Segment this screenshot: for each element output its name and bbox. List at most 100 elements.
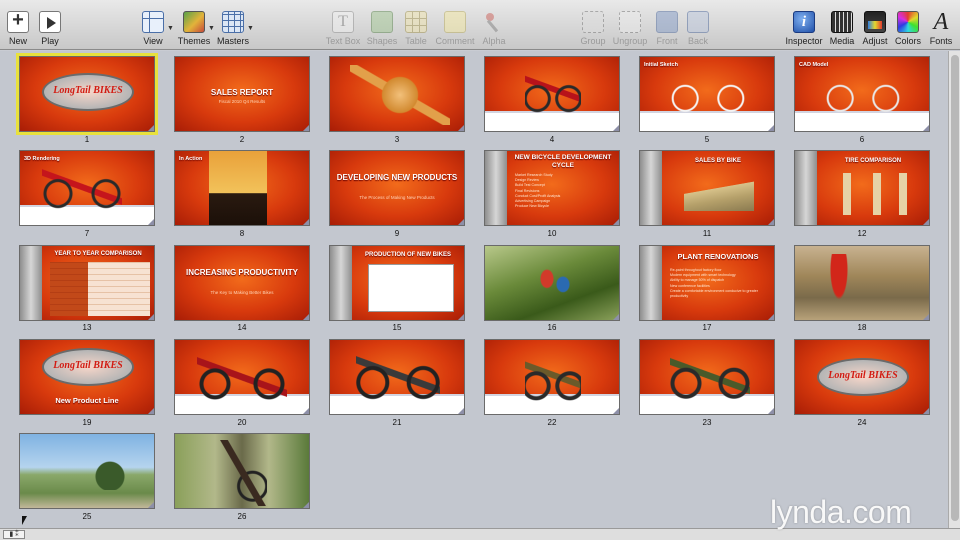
slide-thumbnail[interactable] [19,433,155,509]
scrollbar-thumb[interactable] [951,55,959,521]
brushed-metal-stripe [795,151,817,225]
slide-number: 23 [702,418,712,427]
slide-number: 14 [237,323,247,332]
bullet-list: Market Research Study Design Review Buil… [515,173,561,209]
longtail-logo: LongTail BIKES [817,358,909,396]
masters-button[interactable]: ▼ Masters [205,3,261,49]
slide-title: TIRE COMPARISON [844,158,902,164]
slide-title: 3D Rendering [24,156,60,162]
slide-number: 24 [857,418,867,427]
slide-number: 3 [394,135,400,144]
slide-thumbnail[interactable]: CAD Model [794,56,930,132]
brushed-metal-stripe [330,246,352,320]
bar-chart-image [835,173,915,215]
alpha-wand-icon [483,11,505,33]
slide-thumbnail[interactable] [484,245,620,321]
slide-thumbnail[interactable]: SALES BY BIKE [639,150,775,226]
masters-icon [222,11,244,33]
inspector-icon [793,11,815,33]
slide-thumbnail[interactable] [174,433,310,509]
slide-number: 1 [84,135,90,144]
slide-number: 11 [702,229,712,238]
toolbar: New Play ▼View ▼Themes ▼Masters TText Bo… [0,0,960,50]
slide-thumbnail[interactable] [639,339,775,415]
slide-number: 17 [702,323,712,332]
scatter-chart-image [368,264,454,312]
slide-thumbnail[interactable]: YEAR TO YEAR COMPARISON [19,245,155,321]
themes-icon [183,11,205,33]
slide-thumbnail[interactable] [484,56,620,132]
slide-thumbnail[interactable]: DEVELOPING NEW PRODUCTS The Process of M… [329,150,465,226]
slide-thumbnail[interactable]: LongTail BIKES New Product Line [19,339,155,415]
slide-thumbnail[interactable]: TIRE COMPARISON [794,150,930,226]
slide-footer [795,111,929,131]
slide-number: 8 [239,229,245,238]
slide-thumbnail[interactable]: PLANT RENOVATIONS Re-paint throughout fa… [639,245,775,321]
slide-thumbnail[interactable]: PRODUCTION OF NEW BIKES [329,245,465,321]
slide-number: 12 [857,229,867,238]
mountain-biker-photo [825,254,853,316]
slide-number: 15 [392,323,402,332]
bike-cad-image [825,71,901,113]
fonts-button[interactable]: A Fonts [913,3,960,49]
slide-number: 9 [394,229,400,238]
bridge-bike-photo [219,440,267,506]
slide-thumbnail[interactable]: Initial Sketch [639,56,775,132]
slide-title: CAD Model [799,62,829,68]
mouse-cursor-icon [22,516,27,525]
bike-image [525,65,581,113]
slide-number: 22 [547,418,557,427]
slide-number: 18 [857,323,867,332]
chevron-down-icon: ▼ [247,25,254,32]
slide-number: 6 [859,135,865,144]
slide-title: DEVELOPING NEW PRODUCTS [336,173,458,182]
slide-thumbnail[interactable]: NEW BICYCLE DEVELOPMENT CYCLE Market Res… [484,150,620,226]
slide-subtitle: Fiscal 2010 Q4 Results [218,99,266,104]
slide-number: 20 [237,418,247,427]
slide-number: 25 [82,512,92,521]
slide-thumbnail[interactable] [329,339,465,415]
longtail-logo: LongTail BIKES [42,348,134,386]
slide-thumbnail[interactable]: SALES REPORT Fiscal 2010 Q4 Results [174,56,310,132]
vertical-scrollbar[interactable] [948,51,960,528]
slide-thumbnail[interactable] [174,339,310,415]
alpha-button[interactable]: Alpha [466,3,522,49]
bike-sketch-image [670,71,746,113]
slide-number: 4 [549,135,555,144]
back-button[interactable]: Back [670,3,726,49]
brushed-metal-stripe [640,246,662,320]
textbox-icon: T [332,11,354,33]
bike-closeup-image [350,65,450,125]
slide-thumbnail[interactable] [329,56,465,132]
bike-image [356,350,440,400]
bike-rendering-image [42,165,122,209]
slide-footer [640,111,774,131]
slide-title: YEAR TO YEAR COMPARISON [54,251,142,257]
slide-number: 13 [82,323,92,332]
slide-thumbnail[interactable]: LongTail BIKES [794,339,930,415]
slide-title: INCREASING PRODUCTIVITY [185,268,298,277]
slide-thumbnail[interactable]: 3D Rendering [19,150,155,226]
table-icon [405,11,427,33]
slide-thumbnail[interactable]: In Action [174,150,310,226]
play-icon [39,11,61,33]
area-chart-image [684,181,754,211]
slide-number: 10 [547,229,557,238]
slide-title: NEW BICYCLE DEVELOPMENT CYCLE [514,154,612,169]
landscape-photo [90,456,130,490]
slide-thumbnail[interactable]: LongTail BIKES [16,53,158,135]
brushed-metal-stripe [20,246,42,320]
slide-thumbnail[interactable] [484,339,620,415]
comment-icon [444,11,466,33]
slide-number: 21 [392,418,402,427]
slide-title: New Product Line [55,396,119,405]
play-button[interactable]: Play [22,3,78,49]
longtail-logo: LongTail BIKES [42,73,134,111]
slide-thumbnail[interactable] [794,245,930,321]
slide-title: PLANT RENOVATIONS [677,252,759,261]
slide-title: SALES BY BIKE [695,158,741,164]
view-options-button[interactable]: ▮ ⁑ [3,530,25,539]
slide-thumbnail[interactable]: INCREASING PRODUCTIVITY The Key to Makin… [174,245,310,321]
send-back-icon [687,11,709,33]
slide-number: 26 [237,512,247,521]
